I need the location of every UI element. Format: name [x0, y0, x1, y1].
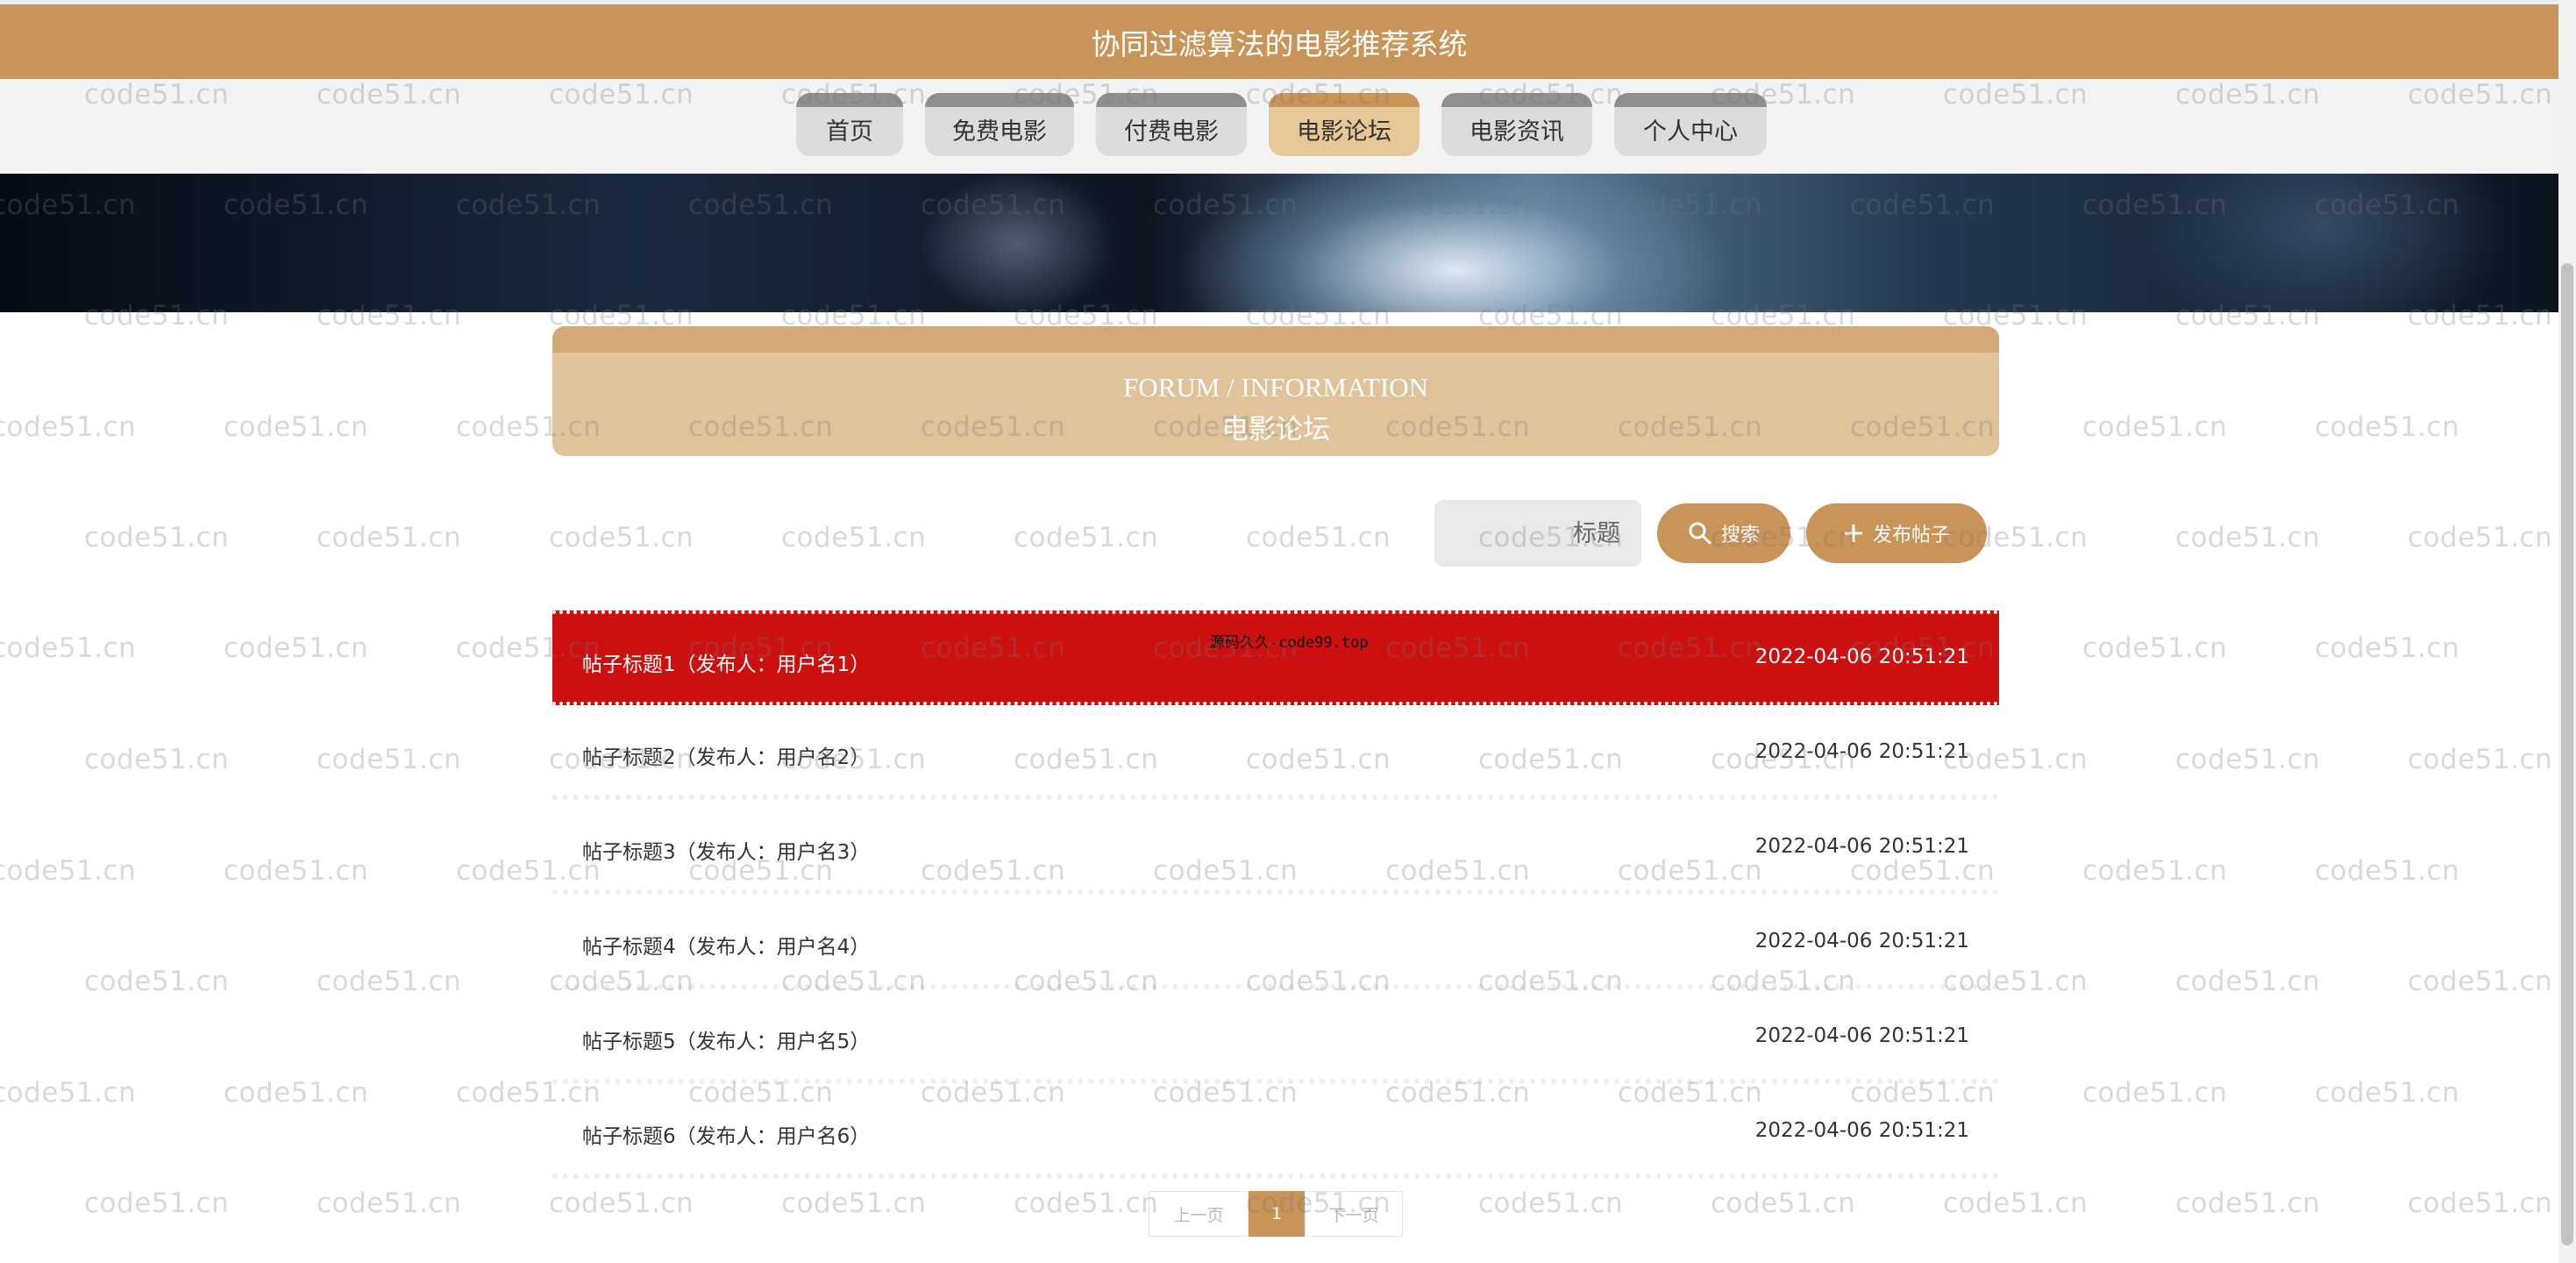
watermark-text: code51.cn — [84, 522, 230, 553]
next-page-button[interactable]: 下一页 — [1305, 1191, 1403, 1237]
watermark-text: code51.cn — [2315, 855, 2460, 887]
watermark-text: code51.cn — [781, 522, 927, 553]
post-time: 2022-04-06 20:51:21 — [1754, 930, 1969, 953]
watermark-text: code51.cn — [224, 411, 369, 443]
watermark-row: code51.cn code51.cn code51.cn code51.cn code… — [84, 522, 2558, 553]
watermark-text: code51.cn — [2315, 411, 2460, 443]
publish-post-button[interactable]: 发布帖子 — [1806, 503, 1987, 563]
scrollbar-thumb[interactable] — [2561, 263, 2573, 1245]
watermark-text: code51.cn — [2408, 744, 2553, 775]
watermark-text: code51.cn — [224, 855, 369, 887]
watermark-text: code51.cn — [1478, 1188, 1624, 1219]
watermark-text: code51.cn — [224, 632, 369, 664]
page-number-button[interactable]: 1 — [1249, 1191, 1305, 1237]
watermark-text: code51.cn — [1014, 522, 1159, 553]
watermark-text: code51.cn — [2175, 522, 2321, 553]
watermark-text: code51.cn — [2315, 1077, 2460, 1109]
watermark-text: code51.cn — [549, 1188, 694, 1219]
watermark-text: code51.cn — [317, 522, 462, 553]
watermark-text: code51.cn — [2408, 966, 2553, 997]
main-nav: 首页 免费电影 付费电影 电影论坛 电影资讯 个人中心 — [796, 93, 1789, 156]
watermark-text: code51.cn — [0, 632, 137, 664]
watermark-text: code51.cn — [224, 1077, 369, 1109]
nav-item-paid-movies[interactable]: 付费电影 — [1096, 93, 1247, 156]
post-row[interactable]: 帖子标题3（发布人：用户名3） 2022-04-06 20:51:21 — [552, 800, 1999, 895]
watermark-text: code51.cn — [2082, 411, 2228, 443]
pagination: 上一页 1 下一页 — [1149, 1191, 1403, 1237]
nav-item-label: 电影资讯 — [1469, 118, 1564, 146]
nav-item-forum[interactable]: 电影论坛 — [1269, 93, 1420, 156]
publish-button-label: 发布帖子 — [1872, 524, 1950, 546]
search-input[interactable] — [1434, 500, 1641, 567]
site-header: 协同过滤算法的电影推荐系统 — [0, 4, 2558, 79]
plus-icon — [1843, 523, 1864, 544]
post-time: 2022-04-06 20:51:21 — [1754, 646, 1969, 668]
nav-item-home[interactable]: 首页 — [796, 93, 903, 156]
nav-item-news[interactable]: 电影资讯 — [1441, 93, 1592, 156]
watermark-text: code51.cn — [1943, 1188, 2089, 1219]
watermark-text: code51.cn — [84, 744, 230, 775]
nav-item-label: 电影论坛 — [1297, 118, 1391, 146]
hero-banner — [0, 174, 2558, 312]
prev-page-button[interactable]: 上一页 — [1149, 1191, 1249, 1237]
nav-bar: 首页 免费电影 付费电影 电影论坛 电影资讯 个人中心 — [0, 79, 2558, 174]
nav-item-label: 免费电影 — [952, 118, 1047, 146]
post-title[interactable]: 帖子标题4（发布人：用户名4） — [582, 930, 870, 960]
watermark-text: code51.cn — [549, 522, 694, 553]
watermark-text: code51.cn — [84, 1188, 230, 1219]
watermark-text: code51.cn — [2408, 1188, 2553, 1219]
post-row[interactable]: 帖子标题2（发布人：用户名2） 2022-04-06 20:51:21 — [552, 705, 1999, 800]
post-time: 2022-04-06 20:51:21 — [1754, 1024, 1969, 1047]
post-row[interactable]: 帖子标题6（发布人：用户名6） 2022-04-06 20:51:21 — [552, 1084, 1999, 1179]
post-title[interactable]: 帖子标题1（发布人：用户名1） — [582, 647, 870, 677]
search-button-label: 搜索 — [1720, 524, 1760, 546]
watermark-text: code51.cn — [781, 1188, 927, 1219]
nav-item-label: 付费电影 — [1124, 118, 1219, 146]
nav-item-free-movies[interactable]: 免费电影 — [925, 93, 1074, 156]
watermark-text: code51.cn — [84, 966, 230, 997]
post-list: 帖子标题1（发布人：用户名1） 源码久久-code99.top 2022-04-… — [552, 610, 1999, 1179]
post-title[interactable]: 帖子标题6（发布人：用户名6） — [582, 1119, 870, 1149]
post-title[interactable]: 帖子标题5（发布人：用户名5） — [582, 1024, 870, 1054]
post-row[interactable]: 帖子标题1（发布人：用户名1） 源码久久-code99.top 2022-04-… — [552, 610, 1999, 705]
search-icon — [1688, 521, 1712, 546]
watermark-text: code51.cn — [2082, 1077, 2228, 1109]
post-row[interactable]: 帖子标题5（发布人：用户名5） 2022-04-06 20:51:21 — [552, 989, 1999, 1084]
post-time: 2022-04-06 20:51:21 — [1754, 1119, 1969, 1142]
watermark-text: code51.cn — [2175, 744, 2321, 775]
post-title[interactable]: 帖子标题2（发布人：用户名2） — [582, 740, 870, 770]
section-title-box: FORUM / INFORMATION 电影论坛 — [552, 326, 1999, 456]
watermark-text: code51.cn — [0, 411, 137, 443]
watermark-text: code51.cn — [2408, 522, 2553, 553]
section-title-cn: 电影论坛 — [1221, 414, 1330, 445]
post-time: 2022-04-06 20:51:21 — [1754, 835, 1969, 858]
post-title[interactable]: 帖子标题3（发布人：用户名3） — [582, 835, 870, 865]
site-title: 协同过滤算法的电影推荐系统 — [1091, 26, 1468, 61]
watermark-text: code51.cn — [0, 1077, 137, 1109]
watermark-text: code51.cn — [317, 744, 462, 775]
watermark-text: code51.cn — [2175, 966, 2321, 997]
search-button[interactable]: 搜索 — [1657, 503, 1790, 563]
nav-item-label: 首页 — [826, 118, 873, 146]
watermark-text: code51.cn — [0, 855, 137, 887]
watermark-text: code51.cn — [2082, 855, 2228, 887]
watermark-text: code51.cn — [317, 966, 462, 997]
post-row[interactable]: 帖子标题4（发布人：用户名4） 2022-04-06 20:51:21 — [552, 895, 1999, 989]
watermark-text: code51.cn — [2315, 632, 2460, 664]
watermark-text: code51.cn — [317, 1188, 462, 1219]
watermark-text: code51.cn — [2082, 632, 2228, 664]
nav-item-profile[interactable]: 个人中心 — [1614, 93, 1767, 156]
nav-item-label: 个人中心 — [1643, 118, 1738, 146]
page: 协同过滤算法的电影推荐系统 首页 免费电影 付费电影 电影论坛 电影资讯 个人中… — [0, 0, 2576, 1263]
scrollbar[interactable] — [2558, 0, 2576, 1263]
section-title-en: FORUM / INFORMATION — [1123, 372, 1428, 403]
watermark-text: code51.cn — [1711, 1188, 1856, 1219]
post-time: 2022-04-06 20:51:21 — [1754, 740, 1969, 763]
overlay-text: 源码久久-code99.top — [1210, 634, 1369, 652]
watermark-text: code51.cn — [2175, 1188, 2321, 1219]
